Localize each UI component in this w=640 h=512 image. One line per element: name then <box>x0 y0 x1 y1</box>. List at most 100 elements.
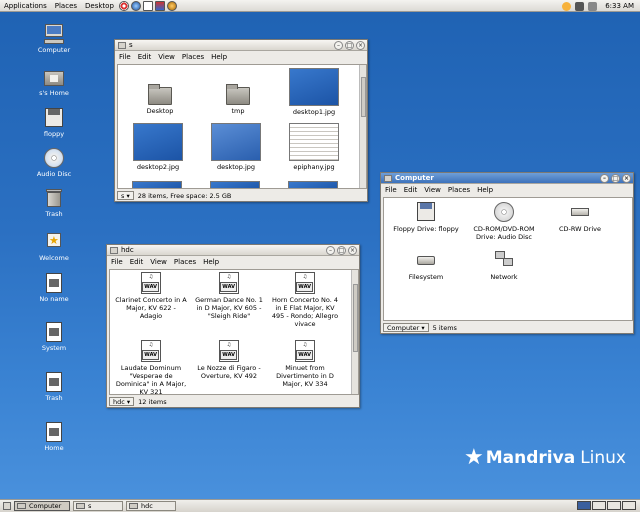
desktop-icon-no-name[interactable]: No name <box>30 273 78 303</box>
network-icon[interactable] <box>588 1 598 11</box>
power-icon[interactable] <box>575 1 585 11</box>
device-item[interactable]: Floppy Drive: floppy <box>388 202 464 233</box>
menu-view[interactable]: View <box>424 186 441 194</box>
system-folder-icon <box>44 322 64 342</box>
vertical-scrollbar[interactable] <box>359 65 366 188</box>
scrollbar-thumb[interactable] <box>353 284 358 352</box>
mail-icon[interactable] <box>142 0 153 11</box>
file-item[interactable]: ♫ Le Nozze di Figaro - Overture, KV 492 <box>193 340 265 380</box>
window-titlebar[interactable]: Computer – □ × <box>381 173 633 184</box>
close-button[interactable]: × <box>356 41 365 50</box>
file-item[interactable]: tmp <box>208 84 268 115</box>
device-item[interactable]: Filesystem <box>388 250 464 281</box>
device-item[interactable]: CD-RW Drive <box>542 202 618 233</box>
menu-edit[interactable]: Edit <box>138 53 152 61</box>
menu-help[interactable]: Help <box>211 53 227 61</box>
image-thumbnail <box>132 181 182 188</box>
device-item[interactable]: Network <box>466 250 542 281</box>
audio-file-icon: ♫ <box>219 272 239 294</box>
location-button[interactable]: hdc ▾ <box>109 397 135 406</box>
maximize-button[interactable]: □ <box>345 41 354 50</box>
file-label: Clarinet Concerto in A Major, KV 622 - A… <box>115 296 187 320</box>
workspace-4[interactable] <box>622 501 636 510</box>
desktop-icon-trash[interactable]: Trash <box>30 188 78 218</box>
location-button[interactable]: s ▾ <box>117 191 134 200</box>
desktop-menu[interactable]: Desktop <box>81 0 118 12</box>
file-item[interactable]: epiphany.jpg <box>284 123 344 171</box>
desktop-icon-home[interactable]: s's Home <box>30 67 78 97</box>
audio-file-icon: ♫ <box>219 340 239 362</box>
desktop-icon-floppy[interactable]: floppy <box>30 108 78 138</box>
close-button[interactable]: × <box>622 174 631 183</box>
menu-edit[interactable]: Edit <box>404 186 418 194</box>
desktop-icon-system[interactable]: System <box>30 322 78 352</box>
task-hdc[interactable]: hdc <box>126 501 176 511</box>
menu-view[interactable]: View <box>158 53 175 61</box>
computer-icon <box>17 503 26 509</box>
minimize-button[interactable]: – <box>600 174 609 183</box>
file-item[interactable]: ♫ Laudate Dominum "Vesperae de Dominica"… <box>115 340 187 395</box>
file-label: epiphany.jpg <box>293 163 335 171</box>
desktop-icon-home-2[interactable]: Home <box>30 422 78 452</box>
menu-places[interactable]: Places <box>448 186 470 194</box>
file-item[interactable]: desktop.jpg <box>206 123 266 171</box>
file-item[interactable]: desktop2.jpg <box>128 123 188 171</box>
task-computer[interactable]: Computer <box>14 501 70 511</box>
file-item[interactable]: ♫ Horn Concerto No. 4 in E Flat Major, K… <box>269 272 341 328</box>
file-label: Horn Concerto No. 4 in E Flat Major, KV … <box>271 296 339 328</box>
maximize-button[interactable]: □ <box>611 174 620 183</box>
web-browser-icon[interactable] <box>130 0 141 11</box>
workspace-1[interactable] <box>577 501 591 510</box>
menu-file[interactable]: File <box>385 186 397 194</box>
menu-help[interactable]: Help <box>203 258 219 266</box>
close-button[interactable]: × <box>348 246 357 255</box>
file-item[interactable]: ♫ Minuet from Divertimento in D Major, K… <box>269 340 341 388</box>
menu-edit[interactable]: Edit <box>130 258 144 266</box>
minimize-button[interactable]: – <box>334 41 343 50</box>
speaker-icon[interactable] <box>562 1 572 11</box>
file-item[interactable]: ♫ German Dance No. 1 in D Major, KV 605 … <box>193 272 265 320</box>
workspace-switcher[interactable] <box>577 501 636 510</box>
office-icon[interactable] <box>154 0 165 11</box>
desktop-icon-trash-2[interactable]: Trash <box>30 372 78 402</box>
file-item[interactable]: ♫ Clarinet Concerto in A Major, KV 622 -… <box>115 272 187 320</box>
file-item[interactable]: desktop1.jpg <box>284 68 344 116</box>
device-item[interactable]: CD-ROM/DVD-ROM Drive: Audio Disc <box>466 202 542 241</box>
maximize-button[interactable]: □ <box>337 246 346 255</box>
file-item[interactable]: Desktop <box>130 84 190 115</box>
task-s[interactable]: s <box>73 501 123 511</box>
device-label: Network <box>490 273 518 281</box>
device-label: Filesystem <box>408 273 444 281</box>
clock[interactable]: 6:33 AM <box>599 2 640 10</box>
vertical-scrollbar[interactable] <box>351 270 358 394</box>
show-desktop-icon[interactable] <box>3 502 11 510</box>
menu-help[interactable]: Help <box>477 186 493 194</box>
workspace-3[interactable] <box>607 501 621 510</box>
menu-places[interactable]: Places <box>182 53 204 61</box>
location-button[interactable]: Computer ▾ <box>383 323 429 332</box>
window-title: hdc <box>121 246 134 254</box>
folder-icon <box>76 503 85 509</box>
desktop-icon-welcome[interactable]: ★ Welcome <box>30 232 78 262</box>
places-menu[interactable]: Places <box>51 0 81 12</box>
menu-view[interactable]: View <box>150 258 167 266</box>
menu-file[interactable]: File <box>111 258 123 266</box>
desktop-icon-computer[interactable]: Computer <box>30 24 78 54</box>
desktop-icon-audio-disc[interactable]: Audio Disc <box>30 148 78 178</box>
window-titlebar[interactable]: s – □ × <box>115 40 367 51</box>
menu-places[interactable]: Places <box>174 258 196 266</box>
workspace-2[interactable] <box>592 501 606 510</box>
minimize-button[interactable]: – <box>326 246 335 255</box>
statusbar: Computer ▾ 5 items <box>381 322 633 333</box>
lifebuoy-icon[interactable] <box>118 0 129 11</box>
file-label: Laudate Dominum "Vesperae de Dominica" i… <box>115 364 187 395</box>
audio-file-icon: ♫ <box>141 340 161 362</box>
home-icon <box>44 422 64 442</box>
audio-file-icon: ♫ <box>141 272 161 294</box>
menu-file[interactable]: File <box>119 53 131 61</box>
window-titlebar[interactable]: hdc – □ × <box>107 245 359 256</box>
scrollbar-thumb[interactable] <box>361 77 366 117</box>
terminal-icon[interactable] <box>166 0 177 11</box>
applications-menu[interactable]: Applications <box>0 0 51 12</box>
file-label: desktop1.jpg <box>292 108 336 116</box>
